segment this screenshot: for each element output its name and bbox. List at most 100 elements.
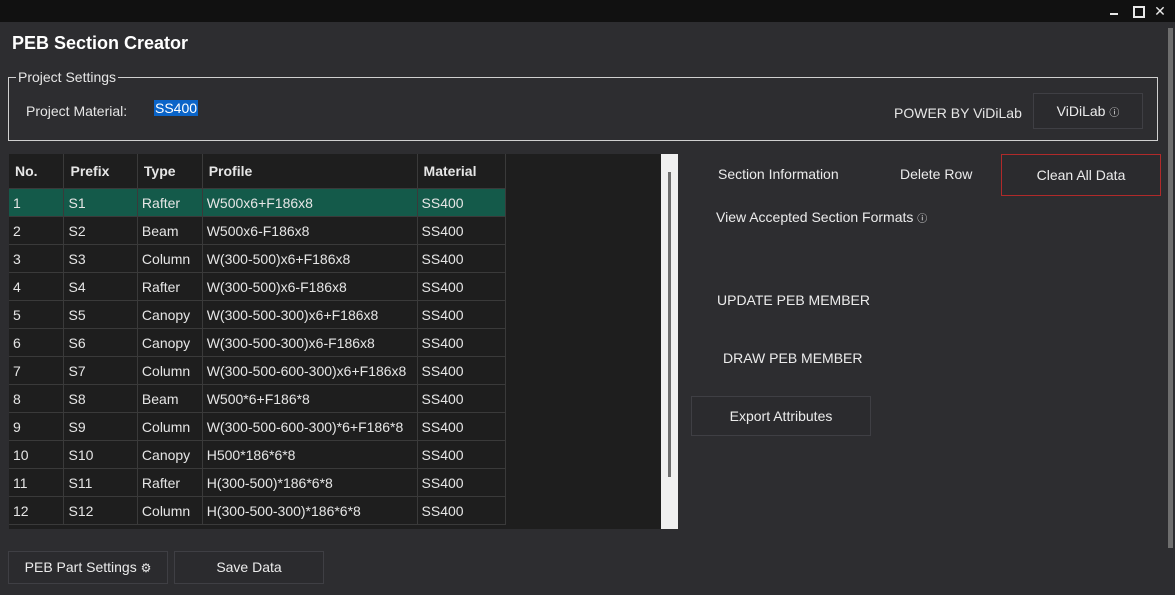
table-cell[interactable]: Canopy (137, 440, 203, 469)
column-header-no[interactable]: No. (9, 154, 65, 189)
table-row[interactable]: 12 S12 Column H(300-500-300)*186*6*8 SS400 (9, 496, 507, 525)
view-formats-button[interactable]: View Accepted Section Formats ⓘ (716, 209, 927, 225)
table-row[interactable]: 3 S3 Column W(300-500)x6+F186x8 SS400 (9, 244, 507, 273)
minimize-icon[interactable] (1106, 3, 1122, 19)
table-cell[interactable]: W500x6-F186x8 (202, 216, 418, 245)
section-information-button[interactable]: Section Information (718, 166, 839, 182)
table-cell[interactable]: SS400 (417, 440, 507, 469)
table-cell[interactable]: S3 (63, 244, 138, 273)
table-cell[interactable]: S7 (63, 356, 138, 385)
vidilab-button[interactable]: ViDiLab ⓘ (1033, 93, 1143, 129)
table-cell[interactable]: 7 (9, 356, 65, 385)
table-cell[interactable]: H500*186*6*8 (202, 440, 418, 469)
table-cell[interactable]: Column (137, 244, 203, 273)
table-row[interactable]: 1 S1 Rafter W500x6+F186x8 SS400 (9, 188, 507, 217)
table-cell[interactable]: 9 (9, 412, 65, 441)
table-cell[interactable]: S12 (63, 496, 138, 525)
export-attributes-button[interactable]: Export Attributes (691, 396, 871, 436)
table-cell[interactable]: SS400 (417, 412, 507, 441)
table-cell[interactable]: SS400 (417, 188, 507, 217)
table-row[interactable]: 7 S7 Column W(300-500-600-300)x6+F186x8 SS40… (9, 356, 507, 385)
table-cell[interactable]: 8 (9, 384, 65, 413)
maximize-icon[interactable] (1130, 3, 1146, 19)
table-row[interactable]: 6 S6 Canopy W(300-500-300)x6-F186x8 SS400 (9, 328, 507, 357)
table-cell[interactable]: H(300-500-300)*186*6*8 (202, 496, 418, 525)
table-cell[interactable]: W(300-500-600-300)*6+F186*8 (202, 412, 418, 441)
column-header-type[interactable]: Type (137, 154, 203, 189)
table-cell[interactable]: Beam (137, 216, 203, 245)
table-cell[interactable]: S5 (63, 300, 138, 329)
table-row[interactable]: 10 S10 Canopy H500*186*6*8 SS400 (9, 440, 507, 469)
table-cell[interactable]: SS400 (417, 496, 507, 525)
table-cell[interactable]: 11 (9, 468, 65, 497)
table-cell[interactable]: S4 (63, 272, 138, 301)
table-cell[interactable]: W500*6+F186*8 (202, 384, 418, 413)
table-cell[interactable]: W(300-500)x6-F186x8 (202, 272, 418, 301)
table-cell[interactable]: Rafter (137, 468, 203, 497)
column-header-material[interactable]: Material (417, 154, 507, 189)
table-cell[interactable]: Beam (137, 384, 203, 413)
update-peb-member-button[interactable]: UPDATE PEB MEMBER (717, 292, 870, 308)
project-material-label: Project Material: (26, 103, 128, 119)
table-cell[interactable]: 6 (9, 328, 65, 357)
table-cell[interactable]: Rafter (137, 272, 203, 301)
table-row[interactable]: 11 S11 Rafter H(300-500)*186*6*8 SS400 (9, 468, 507, 497)
table-cell[interactable]: 2 (9, 216, 65, 245)
table-row[interactable]: 5 S5 Canopy W(300-500-300)x6+F186x8 SS400 (9, 300, 507, 329)
table-cell[interactable]: SS400 (417, 272, 507, 301)
table-cell[interactable]: S8 (63, 384, 138, 413)
table-cell[interactable]: SS400 (417, 468, 507, 497)
table-cell[interactable]: Column (137, 496, 203, 525)
table-cell[interactable]: SS400 (417, 328, 507, 357)
table-row[interactable]: 2 S2 Beam W500x6-F186x8 SS400 (9, 216, 507, 245)
table-cell[interactable]: SS400 (417, 216, 507, 245)
table-cell[interactable]: SS400 (417, 356, 507, 385)
table-cell[interactable]: H(300-500)*186*6*8 (202, 468, 418, 497)
table-cell[interactable]: Canopy (137, 328, 203, 357)
table-cell[interactable]: Column (137, 356, 203, 385)
clean-all-data-button[interactable]: Clean All Data (1001, 154, 1161, 196)
gear-icon: ⚙ (140, 561, 152, 575)
table-cell[interactable]: 10 (9, 440, 65, 469)
draw-peb-member-button[interactable]: DRAW PEB MEMBER (723, 350, 863, 366)
delete-row-button[interactable]: Delete Row (900, 166, 972, 182)
sections-grid[interactable]: No. Prefix Type Profile Material 1 S1 Raft… (9, 154, 678, 529)
column-header-profile[interactable]: Profile (202, 154, 418, 189)
table-cell[interactable]: W(300-500-300)x6-F186x8 (202, 328, 418, 357)
table-cell[interactable]: S11 (63, 468, 138, 497)
table-cell[interactable]: S9 (63, 412, 138, 441)
table-cell[interactable]: SS400 (417, 244, 507, 273)
table-cell[interactable]: Column (137, 412, 203, 441)
table-cell[interactable]: S1 (63, 188, 138, 217)
table-cell[interactable]: W(300-500-600-300)x6+F186x8 (202, 356, 418, 385)
table-cell[interactable]: W(300-500)x6+F186x8 (202, 244, 418, 273)
table-cell[interactable]: 1 (9, 188, 65, 217)
info-icon: ⓘ (1109, 108, 1120, 119)
grid-scrollbar-thumb[interactable] (668, 172, 671, 477)
table-cell[interactable]: W500x6+F186x8 (202, 188, 418, 217)
table-cell[interactable]: 12 (9, 496, 65, 525)
table-cell[interactable]: 3 (9, 244, 65, 273)
close-icon[interactable]: ✕ (1152, 3, 1168, 20)
table-cell[interactable]: Rafter (137, 188, 203, 217)
peb-part-settings-label: PEB Part Settings (24, 559, 137, 575)
table-cell[interactable]: SS400 (417, 300, 507, 329)
project-material-input[interactable]: SS400 (154, 100, 199, 116)
table-cell[interactable]: S6 (63, 328, 138, 357)
table-cell[interactable]: W(300-500-300)x6+F186x8 (202, 300, 418, 329)
save-data-button[interactable]: Save Data (174, 551, 324, 584)
table-cell[interactable]: S10 (63, 440, 138, 469)
table-cell[interactable]: 5 (9, 300, 65, 329)
grid-scrollbar[interactable] (661, 154, 678, 529)
table-row[interactable]: 8 S8 Beam W500*6+F186*8 SS400 (9, 384, 507, 413)
table-cell[interactable]: SS400 (417, 384, 507, 413)
table-row[interactable]: 9 S9 Column W(300-500-600-300)*6+F186*8 SS40… (9, 412, 507, 441)
table-cell[interactable]: 4 (9, 272, 65, 301)
peb-part-settings-button[interactable]: PEB Part Settings ⚙ (8, 551, 168, 584)
window-scrollbar[interactable] (1168, 28, 1173, 548)
table-row[interactable]: 4 S4 Rafter W(300-500)x6-F186x8 SS400 (9, 272, 507, 301)
sections-table: No. Prefix Type Profile Material 1 S1 Raft… (9, 154, 507, 525)
table-cell[interactable]: S2 (63, 216, 138, 245)
table-cell[interactable]: Canopy (137, 300, 203, 329)
column-header-prefix[interactable]: Prefix (63, 154, 138, 189)
